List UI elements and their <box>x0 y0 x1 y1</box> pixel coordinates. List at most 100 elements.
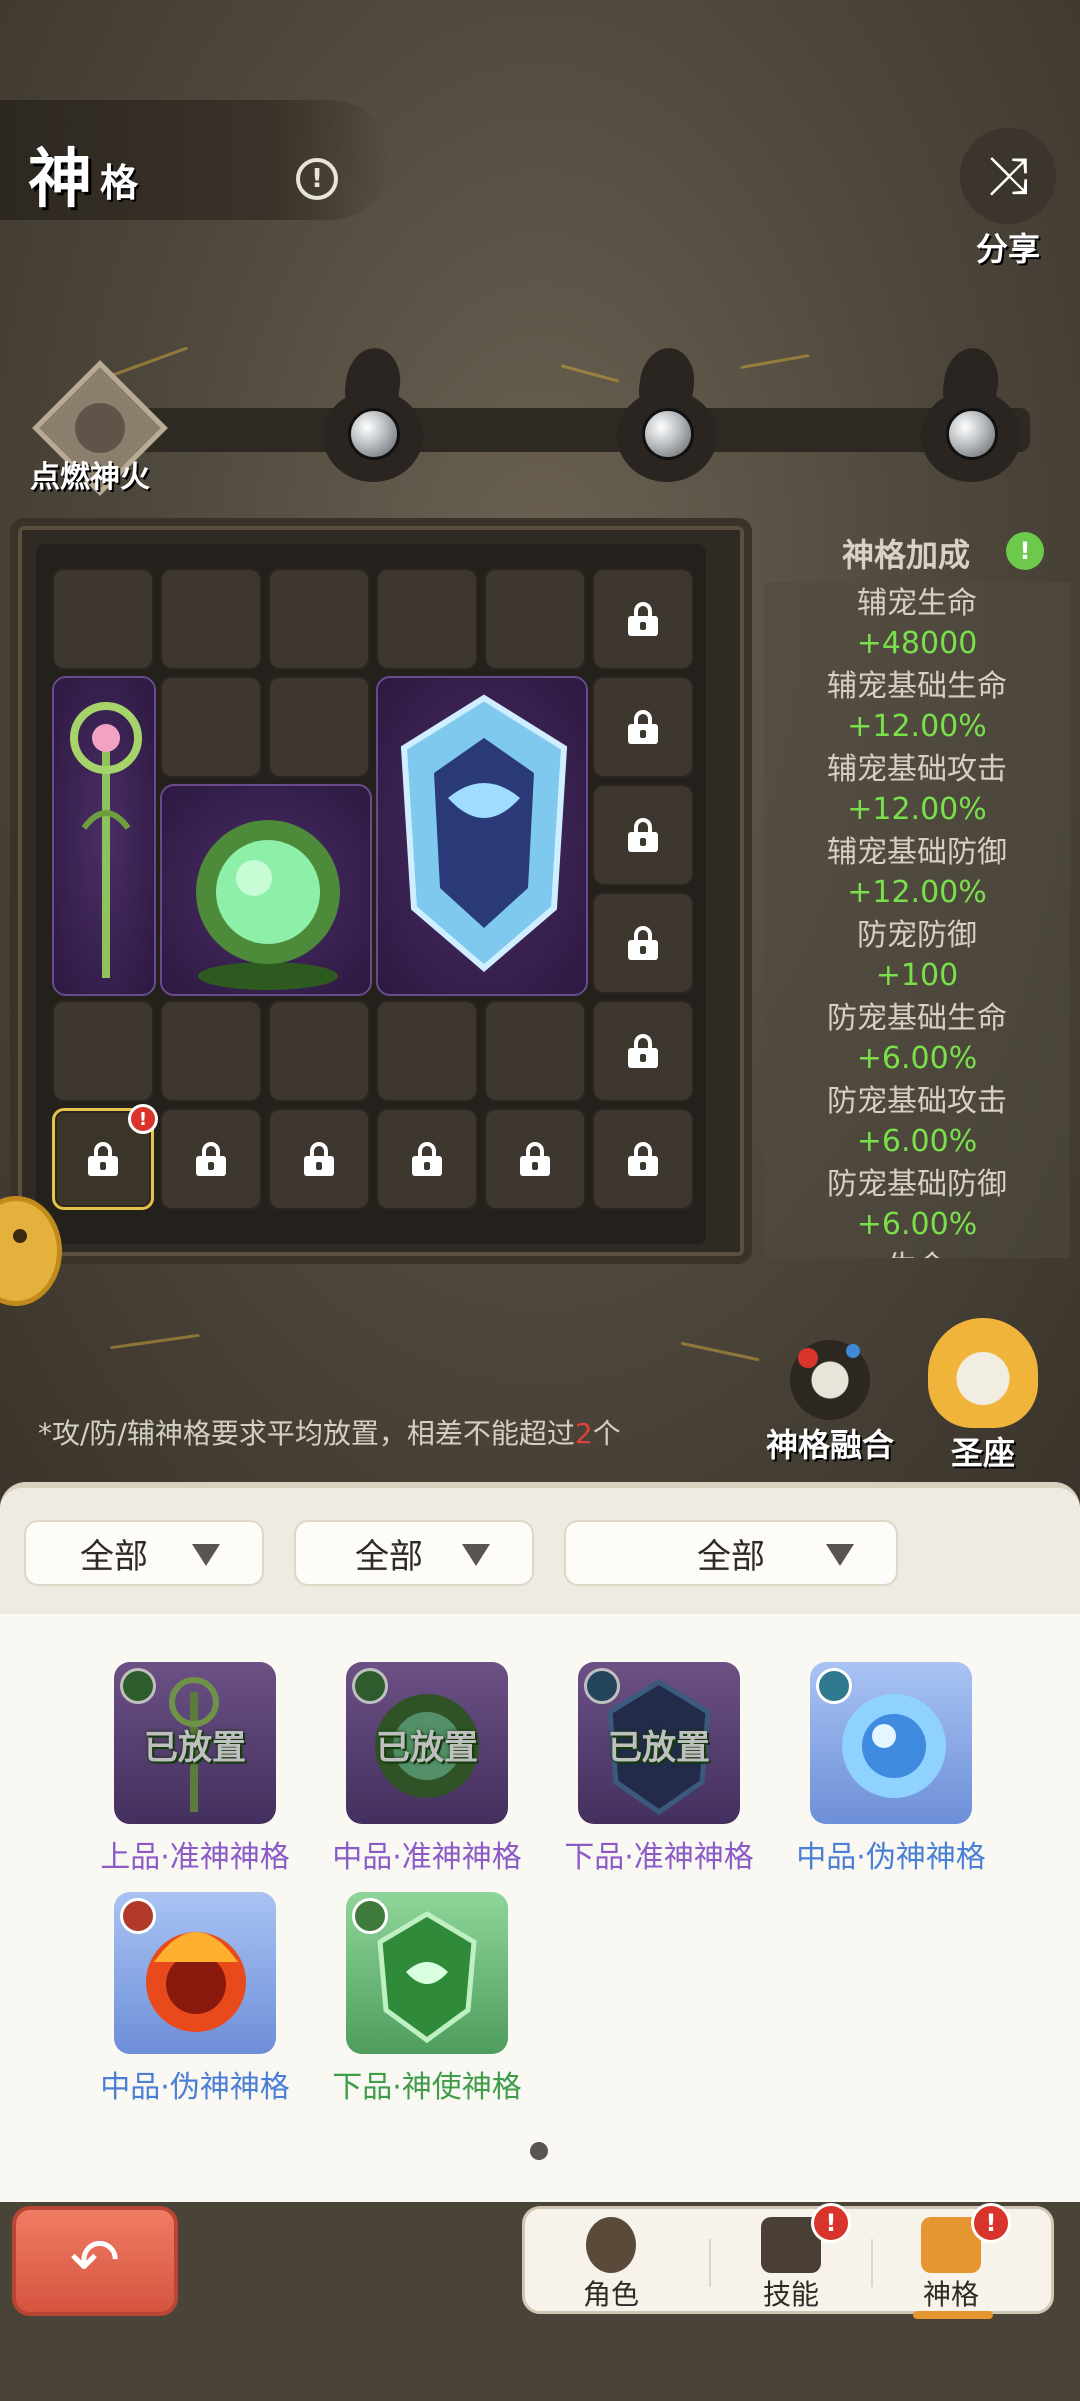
bonus-name: 防宠基础攻击 <box>827 1084 1007 1119</box>
lock-icon <box>88 1142 118 1176</box>
tab-skill[interactable]: 技能 ! <box>711 2203 871 2313</box>
grid-cell[interactable] <box>52 568 154 670</box>
locked-cell[interactable] <box>592 892 694 994</box>
throne-button[interactable]: 圣座 <box>918 1318 1048 1472</box>
bonus-value: +12.00% <box>847 792 987 827</box>
hint-suffix: 个 <box>592 1417 621 1450</box>
item-name: 下品·神使神格 <box>332 2070 522 2105</box>
bonus-value: +6.00% <box>856 1207 978 1242</box>
back-button[interactable]: ↶ <box>12 2206 178 2316</box>
lock-icon <box>628 1142 658 1176</box>
placement-hint: *攻/防/辅神格要求平均放置，相差不能超过2个 <box>38 1412 621 1452</box>
lock-icon <box>628 710 658 744</box>
locked-cell[interactable] <box>592 676 694 778</box>
inventory-item[interactable]: 中品·伪神神格 <box>786 1662 996 1882</box>
tab-character[interactable]: 角色 <box>531 2209 691 2313</box>
placed-label: 已放置 <box>144 1728 246 1768</box>
bonus-name: 辅宠生命 <box>857 586 977 621</box>
placed-staff-divinity[interactable] <box>52 676 156 996</box>
locked-cell[interactable] <box>160 1108 262 1210</box>
bonus-name: 辅宠基础防御 <box>827 835 1007 870</box>
locked-cell[interactable] <box>592 1000 694 1102</box>
fire-node-1[interactable] <box>318 344 428 488</box>
bonus-value: +6.00% <box>856 1041 978 1076</box>
filter-dropdown-1[interactable]: 全部 <box>24 1520 264 1586</box>
tab-divinity[interactable]: 神格 ! <box>871 2203 1031 2319</box>
placed-shield-divinity[interactable] <box>376 676 588 996</box>
bonus-name: 生命 <box>764 1248 1070 1258</box>
bonus-list[interactable]: 辅宠生命 +48000 辅宠基础生命 +12.00% 辅宠基础攻击 +12.00% 辅… <box>764 582 1070 1258</box>
bonus-row: 防宠基础防御 +6.00% <box>764 1163 1070 1246</box>
dropdown-arrow-icon <box>826 1544 854 1566</box>
grid-cell[interactable] <box>160 568 262 670</box>
inventory-item[interactable]: 已放置 中品·准神神格 <box>322 1662 532 1882</box>
inventory-item[interactable]: 已放置 下品·准神神格 <box>554 1662 764 1882</box>
item-name: 上品·准神神格 <box>100 1840 290 1875</box>
bonus-value: +6.00% <box>856 1124 978 1159</box>
page-title: 神 <box>28 143 92 217</box>
bonus-alert-icon[interactable]: ! <box>1006 532 1044 570</box>
bonus-value: +48000 <box>856 626 978 661</box>
fusion-icon <box>790 1340 870 1420</box>
fusion-button[interactable]: 神格融合 <box>760 1340 900 1464</box>
throne-deity-icon <box>928 1318 1038 1428</box>
fire-node-2[interactable] <box>612 344 722 488</box>
lock-icon <box>304 1142 334 1176</box>
bonus-value: +12.00% <box>847 875 987 910</box>
placed-label: 已放置 <box>376 1728 478 1768</box>
bonus-row: 防宠防御 +100 <box>764 914 1070 997</box>
grid-cell[interactable] <box>376 1000 478 1102</box>
inventory-item[interactable]: 下品·神使神格 <box>322 1892 532 2112</box>
bonus-name: 辅宠基础生命 <box>827 669 1007 704</box>
tab-bar: 角色 技能 ! 神格 ! <box>522 2203 1054 2319</box>
orb-icon <box>348 408 400 460</box>
back-arrow-icon: ↶ <box>69 2226 121 2296</box>
grid-cell[interactable] <box>268 676 370 778</box>
active-tab-indicator <box>913 2311 993 2319</box>
alert-badge-icon: ! <box>971 2203 1011 2243</box>
grid-cell[interactable] <box>160 676 262 778</box>
placed-label: 已放置 <box>608 1728 710 1768</box>
share-label: 分享 <box>975 230 1040 268</box>
grid-cell[interactable] <box>376 568 478 670</box>
ice-orb-icon <box>842 1694 946 1798</box>
locked-cell[interactable] <box>592 784 694 886</box>
bonus-value: +12.00% <box>847 709 987 744</box>
locked-cell[interactable] <box>376 1108 478 1210</box>
inventory-item[interactable]: 已放置 上品·准神神格 <box>90 1662 300 1882</box>
item-tile <box>346 1892 508 2054</box>
filter-label: 全部 <box>697 1536 765 1577</box>
placed-orb-divinity[interactable] <box>160 784 372 996</box>
bonus-row: 辅宠生命 +48000 <box>764 582 1070 665</box>
bonus-row: 生命 <box>764 1246 1070 1258</box>
bonus-name: 防宠基础防御 <box>827 1167 1007 1202</box>
grid-cell[interactable] <box>268 1000 370 1102</box>
item-name: 中品·伪神神格 <box>100 2070 290 2105</box>
grid-cell[interactable] <box>160 1000 262 1102</box>
lock-icon <box>412 1142 442 1176</box>
locked-cell[interactable] <box>484 1108 586 1210</box>
locked-cell[interactable] <box>592 568 694 670</box>
filter-dropdown-3[interactable]: 全部 <box>564 1520 898 1586</box>
fire-track <box>100 408 1030 452</box>
locked-cell[interactable] <box>268 1108 370 1210</box>
lock-icon <box>628 602 658 636</box>
shield-icon <box>400 694 568 972</box>
item-tile: 已放置 <box>114 1662 276 1824</box>
share-button[interactable]: ⤨ 分享 <box>958 128 1058 268</box>
lock-icon <box>628 926 658 960</box>
inventory-item[interactable]: 中品·伪神神格 <box>90 1892 300 2112</box>
grid-cell[interactable] <box>52 1000 154 1102</box>
bonus-value: +100 <box>875 958 959 993</box>
filter-label: 全部 <box>355 1536 423 1577</box>
locked-cell[interactable] <box>592 1108 694 1210</box>
info-icon[interactable]: ! <box>296 158 338 200</box>
grid-cell[interactable] <box>484 1000 586 1102</box>
grid-cell[interactable] <box>484 568 586 670</box>
fire-node-3[interactable] <box>916 344 1026 488</box>
character-icon <box>586 2217 636 2273</box>
grid-cell[interactable] <box>268 568 370 670</box>
bonus-row: 防宠基础攻击 +6.00% <box>764 1080 1070 1163</box>
alert-badge-icon: ! <box>811 2203 851 2243</box>
filter-dropdown-2[interactable]: 全部 <box>294 1520 534 1586</box>
